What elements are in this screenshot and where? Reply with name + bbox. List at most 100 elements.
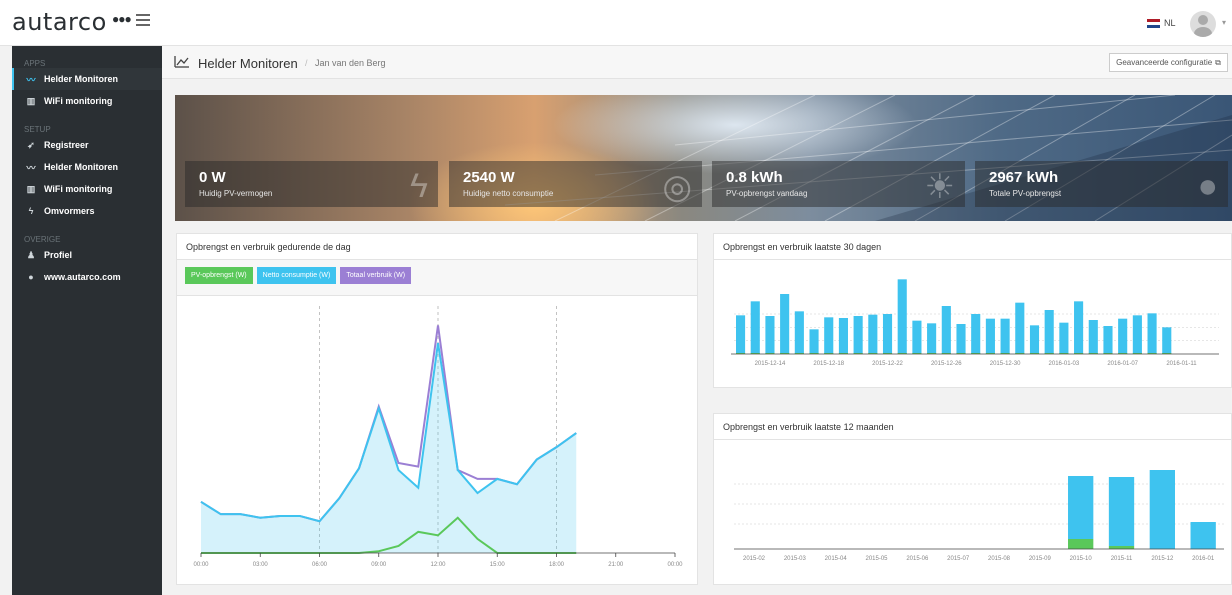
legend-totaal-toggle[interactable]: Totaal verbruik (W): [340, 267, 412, 284]
rocket-icon: ➶: [27, 139, 35, 150]
sidebar-item-setup-helder-monitoren[interactable]: 〰 Helder Monitoren: [12, 156, 162, 178]
main-content: Helder Monitoren / Jan van den Berg Geav…: [162, 46, 1232, 595]
legend-pv-toggle[interactable]: PV-opbrengst (W): [185, 267, 253, 284]
x-tick-label: 2015-12: [1151, 556, 1174, 562]
x-tick-label: 09:00: [371, 562, 387, 568]
hamburger-menu-icon[interactable]: [136, 14, 150, 29]
year-chart: 2015-02 2015-03 2015-04 2015-05 2015-06 2015-…: [734, 470, 1224, 562]
bar: [1162, 327, 1172, 354]
user-icon: ♟: [26, 249, 36, 260]
x-tick-label: 00:00: [193, 562, 209, 568]
stat-value: 2540 W: [463, 169, 515, 186]
x-tick-label: 06:00: [312, 562, 328, 568]
sidebar-item-setup-wifi-monitoring[interactable]: ▥ WiFi monitoring: [12, 178, 162, 200]
sun-icon: ☀: [924, 168, 955, 206]
x-tick-label: 2015-12-18: [813, 361, 844, 367]
chart-legend: PV-opbrengst (W) Netto consumptie (W) To…: [185, 267, 412, 284]
x-tick-label: 2016-01: [1192, 556, 1215, 562]
bar: [794, 311, 804, 354]
x-tick-label: 03:00: [253, 562, 269, 568]
bar-netto: [1108, 477, 1135, 546]
breadcrumb-user[interactable]: Jan van den Berg: [315, 58, 386, 68]
sidebar-item-registreer[interactable]: ➶ Registreer: [12, 134, 162, 156]
stat-net-consumption: 2540 W Huidige netto consumptie ◎: [449, 161, 702, 207]
bar: [927, 323, 937, 354]
sidebar-item-website[interactable]: ● www.autarco.com: [12, 266, 162, 288]
x-tick-label: 2015-06: [906, 556, 929, 562]
x-tick-label: 2015-12-30: [990, 361, 1021, 367]
bar-chart-icon: ▥: [26, 183, 36, 194]
globe-icon: ●: [28, 272, 34, 282]
stat-value: 2967 kWh: [989, 169, 1059, 186]
x-tick-label: 00:00: [667, 562, 683, 568]
bar-pv: [1108, 546, 1135, 549]
sidebar-section-apps: APPS: [24, 59, 46, 68]
user-avatar[interactable]: [1190, 11, 1216, 37]
panel-title: Opbrengst en verbruik gedurende de dag: [177, 234, 697, 260]
line-chart-icon: [174, 56, 189, 68]
bar: [1000, 318, 1010, 354]
day-chart: 00:00 03:00 06:00 09:00 12:00 15:00 18:00 21:00…: [193, 306, 683, 568]
sidebar: APPS 〰 Helder Monitoren ▥ WiFi monitorin…: [12, 46, 162, 595]
bar: [941, 306, 951, 354]
advanced-config-button[interactable]: Geavanceerde configuratie ⧉: [1109, 53, 1228, 72]
sidebar-item-label: Omvormers: [44, 206, 95, 216]
bar: [765, 316, 775, 354]
line-chart-icon: 〰: [26, 74, 36, 85]
line-chart-icon: 〰: [26, 162, 36, 173]
breadcrumb-separator: /: [305, 58, 308, 68]
breadcrumb: Helder Monitoren / Jan van den Berg Geav…: [162, 46, 1232, 79]
stat-pv-yield-today: 0.8 kWh PV-opbrengst vandaag ☀: [712, 161, 965, 207]
nl-flag-icon: [1147, 18, 1160, 28]
bar: [1118, 318, 1128, 354]
page-title: Helder Monitoren: [198, 56, 298, 71]
advanced-config-label: Geavanceerde configuratie: [1116, 58, 1213, 67]
x-tick-label: 18:00: [549, 562, 565, 568]
language-label: NL: [1164, 18, 1176, 28]
x-tick-label: 2015-04: [825, 556, 848, 562]
globe-icon: ●: [1197, 167, 1218, 205]
bar: [985, 318, 995, 354]
sidebar-item-label: Profiel: [44, 250, 73, 260]
sidebar-item-label: www.autarco.com: [44, 272, 121, 282]
bolt-icon: ϟ: [28, 206, 34, 216]
sidebar-item-label: Helder Monitoren: [44, 74, 119, 84]
bar: [1029, 325, 1040, 354]
bar: [912, 320, 922, 354]
x-tick-label: 2015-09: [1029, 556, 1052, 562]
legend-netto-toggle[interactable]: Netto consumptie (W): [256, 267, 337, 284]
sidebar-item-omvormers[interactable]: ϟ Omvormers: [12, 200, 162, 222]
bar-netto: [1190, 522, 1216, 549]
bar-chart-icon: ▥: [26, 95, 36, 106]
bar: [1044, 310, 1054, 354]
sidebar-section-overige: OVERIGE: [24, 235, 61, 244]
bar: [853, 316, 863, 354]
bar: [956, 324, 966, 354]
x-tick-label: 21:00: [608, 562, 624, 568]
bar: [780, 294, 790, 354]
sidebar-item-label: Registreer: [44, 140, 89, 150]
bar: [736, 315, 746, 354]
stat-value: 0 W: [199, 169, 226, 186]
language-selector[interactable]: NL: [1147, 18, 1176, 28]
bar: [1074, 301, 1084, 354]
sidebar-item-helder-monitoren[interactable]: 〰 Helder Monitoren: [12, 68, 162, 90]
bar-netto: [1068, 476, 1094, 539]
sidebar-item-wifi-monitoring[interactable]: ▥ WiFi monitoring: [12, 90, 162, 112]
stat-label: PV-opbrengst vandaag: [726, 189, 808, 198]
stat-label: Totale PV-opbrengst: [989, 189, 1062, 198]
x-tick-label: 2016-01-11: [1166, 361, 1197, 367]
bar: [897, 279, 907, 354]
x-tick-label: 12:00: [430, 562, 446, 568]
chevron-down-icon[interactable]: ▾: [1222, 18, 1226, 27]
bar-netto: [1149, 470, 1175, 549]
bar: [1103, 326, 1113, 354]
panel-title: Opbrengst en verbruik laatste 30 dagen: [714, 234, 1231, 260]
autarco-logo[interactable]: autarco: [12, 8, 107, 36]
netto-area: [201, 343, 577, 553]
x-tick-label: 2015-12-14: [755, 361, 786, 367]
bulb-icon: ◎: [662, 168, 692, 206]
sidebar-item-profiel[interactable]: ♟ Profiel: [12, 244, 162, 266]
x-tick-label: 2015-07: [947, 556, 970, 562]
bar-pv: [1068, 539, 1094, 549]
